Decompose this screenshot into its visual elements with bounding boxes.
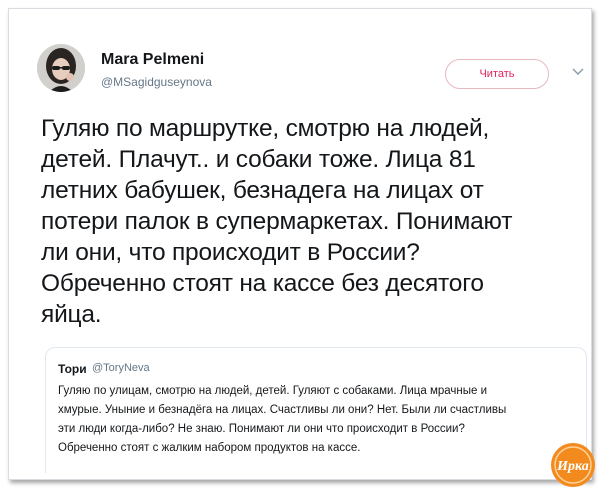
avatar[interactable] xyxy=(37,44,85,92)
quoted-text-line: Гуляю по улицам, смотрю на людей, детей.… xyxy=(58,385,488,397)
follow-button[interactable]: Читать xyxy=(445,59,549,89)
avatar-image xyxy=(37,44,85,92)
quoted-author-handle: @ToryNeva xyxy=(92,362,150,374)
author-handle[interactable]: @MSagidguseynova xyxy=(101,75,212,89)
tweet-card: Mara Pelmeni @MSagidguseynova Читать Гул… xyxy=(8,8,595,487)
quoted-author-name: Тори xyxy=(58,362,87,376)
quoted-tweet[interactable]: Тори @ToryNeva Гуляю по улицам, смотрю н… xyxy=(45,347,587,473)
author-name[interactable]: Mara Pelmeni xyxy=(101,51,204,69)
svg-text:Ирка: Ирка xyxy=(556,459,589,474)
tweet-text-line: детей. Плачут.. и собаки тоже. Лица 81 xyxy=(41,146,476,173)
watermark-logo: Ирка xyxy=(551,443,595,487)
quoted-tweet-text: Гуляю по улицам, смотрю на людей, детей.… xyxy=(58,382,578,458)
tweet-text-line: потери палок в супермаркетах. Понимают xyxy=(41,208,513,235)
chevron-down-icon[interactable] xyxy=(572,67,584,77)
quoted-text-line: хмурые. Уныние и безнадёга на лицах. Сча… xyxy=(58,404,507,416)
tweet-text-line: яйца. xyxy=(41,301,102,328)
tweet-text-line: Гуляю по маршрутке, смотрю на людей, xyxy=(41,115,490,142)
quoted-text-line: Обреченно стоят с жалким набором продукт… xyxy=(58,442,361,454)
tweet-text-line: летних бабушек, безнадега на лицах от xyxy=(41,177,484,204)
tweet-text: Гуляю по маршрутке, смотрю на людей, дет… xyxy=(41,113,581,330)
quoted-text-line: эти люди когда-либо? Не знаю. Понимают л… xyxy=(58,423,465,435)
tweet-text-line: Обреченно стоят на кассе без десятого xyxy=(41,270,484,297)
tweet-text-line: ли они, что происходит в России? xyxy=(41,239,420,266)
